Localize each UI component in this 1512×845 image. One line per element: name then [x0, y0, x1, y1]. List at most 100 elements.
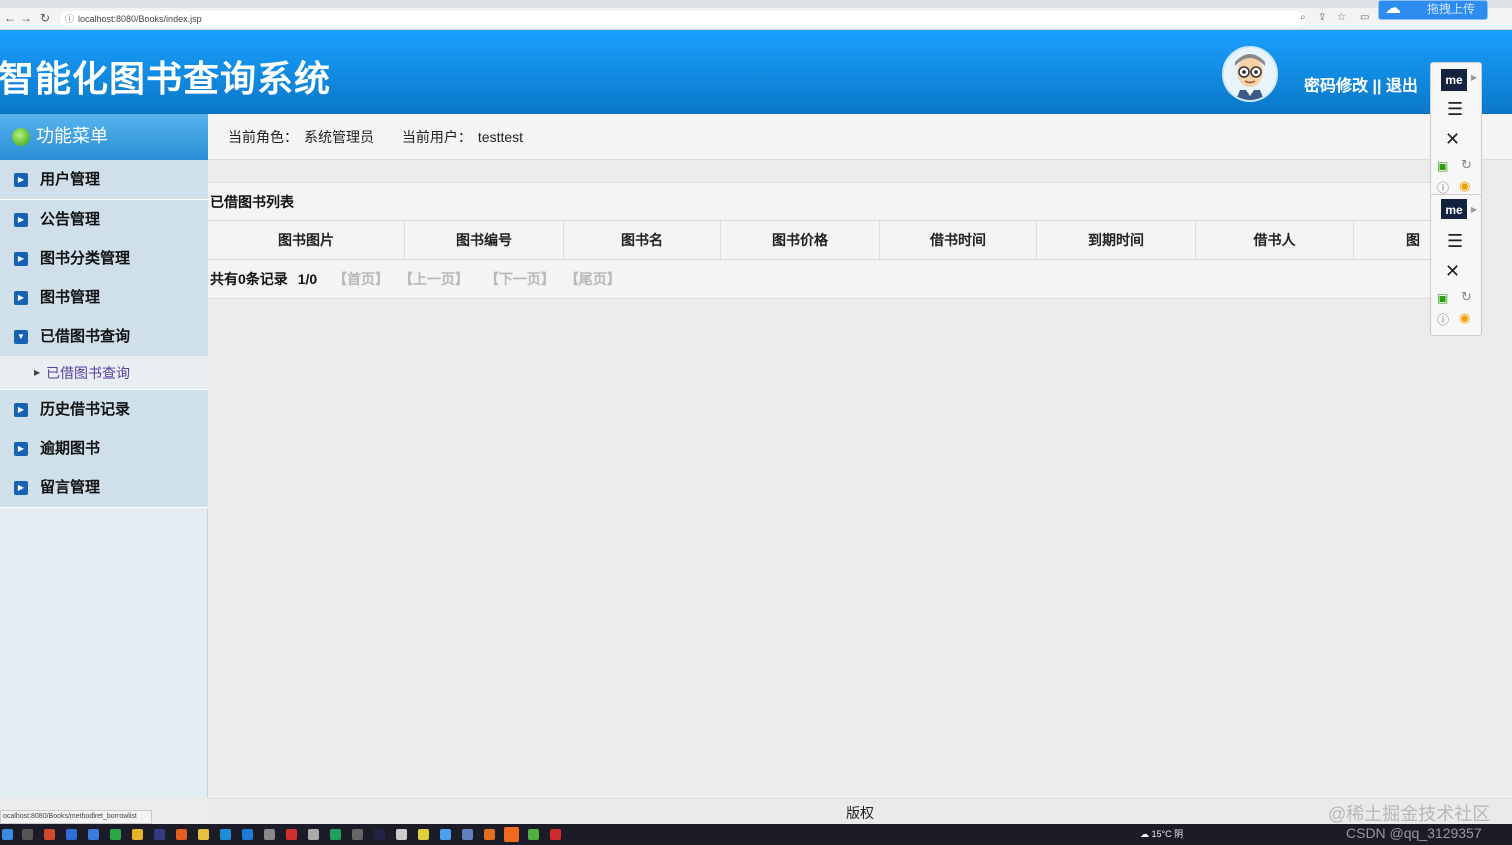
page-footer: 版权: [208, 798, 1512, 824]
app-icon[interactable]: [308, 829, 319, 840]
magic-wand-icon[interactable]: ✕: [1445, 261, 1460, 282]
sidebar-item-label: 用户管理: [40, 171, 101, 188]
app-icon[interactable]: [220, 829, 231, 840]
avatar: [1222, 46, 1278, 102]
refresh-icon[interactable]: ↻: [1461, 289, 1472, 305]
url-field[interactable]: ⓘ localhost:8080/Books/index.jsp: [60, 11, 1305, 27]
sidebar-subitem-borrowed-books[interactable]: ▶ 已借图书查询: [0, 356, 208, 390]
user-info-bar: 当前角色： 系统管理员 当前用户： testtest: [208, 114, 1512, 160]
weather-text: 15°C 阴: [1151, 829, 1184, 839]
sidebar-item-label: 图书管理: [40, 289, 101, 306]
menu-icon[interactable]: ☰: [1447, 99, 1463, 120]
sidebar-subitem-label: 已借图书查询: [46, 365, 130, 381]
chrome-icon[interactable]: [132, 829, 143, 840]
refresh-icon[interactable]: ↻: [1461, 157, 1472, 173]
cast-icon[interactable]: ▣: [1437, 159, 1448, 173]
sidebar-item-overdue-books[interactable]: ▶ 逾期图书: [0, 429, 208, 469]
baidu-upload-button[interactable]: ☁ 拖拽上传: [1378, 0, 1488, 20]
bullet-triangle-icon: ▶: [34, 368, 41, 377]
sidebar-item-label: 公告管理: [40, 211, 101, 228]
share-icon[interactable]: ⇪: [1318, 12, 1326, 23]
column-header: 图书: [1406, 232, 1420, 248]
site-header: 智能化图书查询系统 密码修改 || 退出: [0, 30, 1512, 114]
app-icon[interactable]: [352, 829, 363, 840]
sidebar-item-borrow-history[interactable]: ▶ 历史借书记录: [0, 390, 208, 430]
app-icon[interactable]: [484, 829, 495, 840]
app-icon[interactable]: [550, 829, 561, 840]
me-logo[interactable]: me: [1441, 199, 1467, 219]
app-icon[interactable]: [44, 829, 55, 840]
extension-panel: me ▶ ☰ ✕ ▣ ↻ ⓘ ◉: [1430, 62, 1482, 202]
app-icon[interactable]: [286, 829, 297, 840]
browser-status-url: ocalhost:8080/Books/methodlret_borrowlis…: [0, 810, 152, 824]
first-page-link[interactable]: 【首页】: [333, 271, 389, 287]
search-icon[interactable]: [22, 829, 33, 840]
watermark: @稀土掘金技术社区: [1328, 804, 1491, 824]
zoom-icon[interactable]: ⌕: [1300, 12, 1306, 23]
app-icon[interactable]: [528, 829, 539, 840]
app-icon-active[interactable]: [504, 827, 519, 842]
logout-link[interactable]: 退出: [1386, 78, 1418, 95]
info-icon[interactable]: ⓘ: [65, 11, 74, 27]
app-icon[interactable]: [264, 829, 275, 840]
menu-icon[interactable]: ☰: [1447, 231, 1463, 252]
app-icon[interactable]: [396, 829, 407, 840]
collapse-arrow-icon: ▼: [14, 330, 28, 344]
eye-icon[interactable]: ◉: [1459, 178, 1470, 194]
app-icon[interactable]: [330, 829, 341, 840]
menu-cube-icon: [12, 128, 30, 146]
app-icon[interactable]: [66, 829, 77, 840]
column-header: 图书名: [564, 221, 721, 259]
user-value: testtest: [477, 129, 524, 145]
sidebar-item-message-management[interactable]: ▶ 留言管理: [0, 468, 208, 508]
system-tray: ☁ 15°C 阴: [1140, 827, 1183, 840]
last-page-link[interactable]: 【尾页】: [565, 271, 621, 287]
prev-page-link[interactable]: 【上一页】: [399, 271, 469, 287]
column-header: 图书编号: [405, 221, 564, 259]
app-icon[interactable]: [242, 829, 253, 840]
next-page-link[interactable]: 【下一页】: [485, 271, 555, 287]
app-icon[interactable]: [440, 829, 451, 840]
app-icon[interactable]: [88, 829, 99, 840]
expand-arrow-icon: ▶: [14, 442, 28, 456]
section-title: 已借图书列表: [208, 182, 1430, 220]
record-count: 共有0条记录: [210, 271, 288, 287]
sidebar-item-category-management[interactable]: ▶ 图书分类管理: [0, 239, 208, 279]
reload-icon[interactable]: ↻: [40, 11, 50, 25]
expand-arrow-icon: ▶: [14, 252, 28, 266]
folder-icon[interactable]: [198, 829, 209, 840]
app-icon[interactable]: [418, 829, 429, 840]
eye-icon[interactable]: ◉: [1459, 310, 1470, 326]
bookmark-star-icon[interactable]: ☆: [1337, 12, 1346, 23]
wechat-icon[interactable]: [110, 829, 121, 840]
sidebar-header: 功能菜单: [0, 114, 208, 160]
app-icon[interactable]: [374, 829, 385, 840]
expand-play-icon[interactable]: ▶: [1471, 205, 1477, 214]
sidebar-item-announcement-management[interactable]: ▶ 公告管理: [0, 200, 208, 240]
start-icon[interactable]: [2, 829, 13, 840]
column-header: 借书人: [1196, 221, 1354, 259]
pagination-bar: 共有0条记录 1/0 【首页】 【上一页】 【下一页】 【尾页】: [208, 260, 1430, 299]
forward-icon[interactable]: →: [20, 11, 32, 25]
app-icon[interactable]: [154, 829, 165, 840]
cast-icon[interactable]: ▣: [1437, 291, 1448, 305]
app-icon[interactable]: [462, 829, 473, 840]
change-password-link[interactable]: 密码修改: [1304, 78, 1368, 95]
alert-icon[interactable]: ⓘ: [1437, 311, 1449, 328]
back-icon[interactable]: ←: [4, 11, 16, 25]
expand-arrow-icon: ▶: [14, 481, 28, 495]
role-value: 系统管理员: [304, 129, 374, 145]
expand-play-icon[interactable]: ▶: [1471, 73, 1477, 82]
extension-icon[interactable]: ▭: [1360, 12, 1369, 23]
magic-wand-icon[interactable]: ✕: [1445, 129, 1460, 150]
sidebar-item-book-management[interactable]: ▶ 图书管理: [0, 278, 208, 318]
sidebar-item-label: 图书分类管理: [40, 250, 131, 267]
baidu-upload-label: 拖拽上传: [1427, 2, 1476, 16]
sidebar-item-borrowed-books[interactable]: ▼ 已借图书查询: [0, 317, 208, 357]
expand-arrow-icon: ▶: [14, 291, 28, 305]
sidebar-item-user-management[interactable]: ▶ 用户管理: [0, 160, 208, 200]
me-logo[interactable]: me: [1441, 69, 1467, 91]
weather-icon: ☁: [1140, 829, 1149, 839]
url-text: localhost:8080/Books/index.jsp: [78, 14, 202, 24]
app-icon[interactable]: [176, 829, 187, 840]
